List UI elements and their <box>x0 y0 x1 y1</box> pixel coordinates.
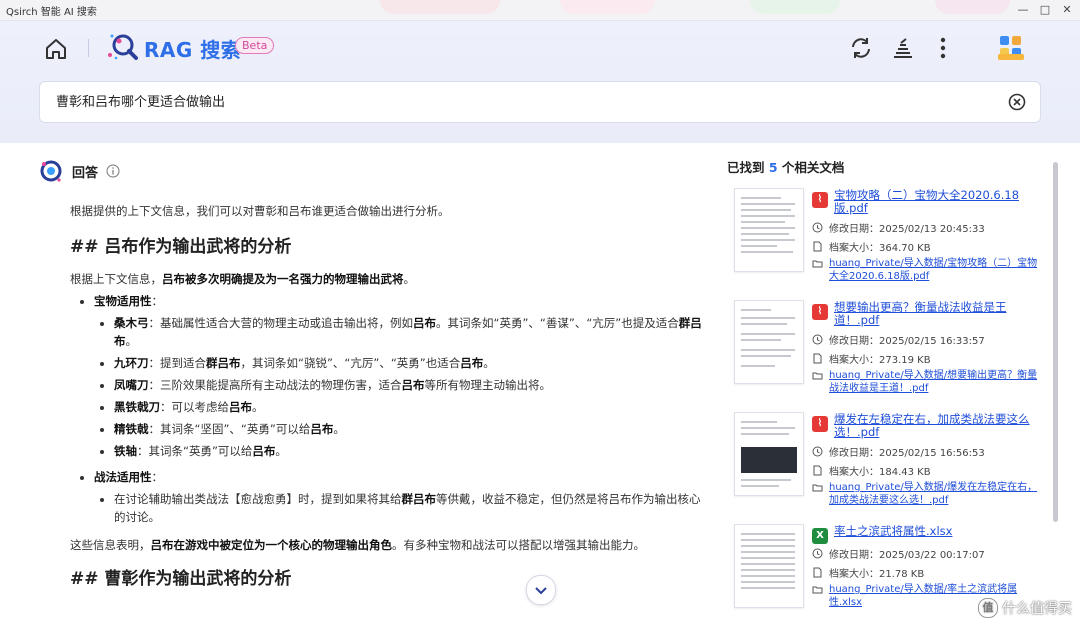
section-heading-caozhang: ## 曹彰作为输出武将的分析 <box>70 569 292 589</box>
doc-card[interactable]: ⌇ 宝物攻略（二）宝物大全2020.6.18版.pdf 修改日期：2025/02… <box>734 188 1064 288</box>
search-bar[interactable] <box>39 81 1041 123</box>
list-item: 凤嘴刀：三阶效果能提高所有主动战法的物理伤害，适合吕布等所有物理主动输出将。 <box>114 376 710 394</box>
scroll-down-icon[interactable] <box>526 575 556 605</box>
app-title: RAG 搜索 <box>144 38 242 62</box>
site-watermark: 值 什么值得买 <box>978 598 1072 618</box>
titlebar-decoration <box>380 0 500 14</box>
answer-intro: 根据提供的上下文信息，我们可以对曹彰和吕布谁更适合做输出进行分析。 <box>70 204 450 218</box>
doc-modified-date: 修改日期：2025/03/22 00:17:07 <box>812 546 985 561</box>
file-icon <box>813 465 822 476</box>
section-heading-lvbu: ## 吕布作为输出武将的分析 <box>70 237 292 257</box>
home-icon[interactable] <box>42 35 70 63</box>
list-item: 黑铁戟刀：可以考虑给吕布。 <box>114 398 710 416</box>
titlebar-decoration <box>750 0 840 14</box>
answer-header: 回答 <box>38 158 120 184</box>
answer-panel: 回答 根据提供的上下文信息，我们可以对曹彰和吕布谁更适合做输出进行分析。 ## … <box>0 144 720 628</box>
docs-scrollbar[interactable] <box>1053 162 1058 522</box>
doc-thumbnail[interactable] <box>734 524 804 608</box>
watermark-icon: 值 <box>978 598 998 618</box>
doc-modified-date: 修改日期：2025/02/15 16:56:53 <box>812 444 985 459</box>
doc-name-link[interactable]: 爆发在左稳定在右，加成类战法要这么选！.pdf <box>834 413 1044 439</box>
clock-icon <box>812 334 823 345</box>
file-icon <box>813 567 822 578</box>
lvbu-list: 宝物适用性： 桑木弓：基础属性适合大营的物理主动或追击输出将，例如吕布。其词条如… <box>70 292 710 526</box>
list-item: 铁轴：其词条“英勇”可以给吕布。 <box>114 442 710 460</box>
titlebar-decoration <box>935 0 1010 14</box>
info-icon[interactable] <box>106 164 120 178</box>
maximize-button[interactable]: □ <box>1038 2 1052 18</box>
header-divider <box>88 39 89 57</box>
title-bar: Qsirch 智能 AI 搜索 — □ ✕ <box>0 0 1080 21</box>
answer-content: 根据提供的上下文信息，我们可以对曹彰和吕布谁更适合做输出进行分析。 ## 吕布作… <box>70 202 710 592</box>
doc-file-size: 档案大小：273.19 KB <box>812 351 931 366</box>
doc-path-link[interactable]: huang_Private/导入数据/宝物攻略（二）宝物大全2020.6.18版… <box>812 257 1042 283</box>
doc-thumbnail[interactable] <box>734 412 804 496</box>
more-menu-icon[interactable] <box>930 35 956 61</box>
apps-grid-icon[interactable] <box>996 32 1026 62</box>
clock-icon <box>812 446 823 457</box>
list-item: 在讨论辅助输出类战法【愈战愈勇】时，提到如果将其给群吕布等供戴，收益不稳定，但仍… <box>114 490 710 526</box>
folder-icon <box>812 484 823 492</box>
ai-answer-icon <box>40 160 62 182</box>
excel-file-icon: X <box>812 528 828 544</box>
answer-label: 回答 <box>72 165 99 181</box>
doc-file-size: 档案大小：184.43 KB <box>812 463 931 478</box>
beta-badge: Beta <box>235 37 275 54</box>
lvbu-conclusion: 这些信息表明，吕布在游戏中被定位为一个核心的物理输出角色。有多种宝物和战法可以搭… <box>70 538 645 552</box>
list-item: 桑木弓：基础属性适合大营的物理主动或追击输出将，例如吕布。其词条如“英勇”、“善… <box>114 314 710 350</box>
clock-icon <box>812 548 823 559</box>
tactic-section: 战法适用性： 在讨论辅助输出类战法【愈战愈勇】时，提到如果将其给群吕布等供戴，收… <box>94 468 710 526</box>
doc-file-size: 档案大小：364.70 KB <box>812 239 931 254</box>
docs-count-title: 已找到 5 个相关文档 <box>727 160 845 175</box>
doc-card[interactable]: ⌇ 想要输出更高？衡量战法收益是王道！.pdf 修改日期：2025/02/15 … <box>734 300 1064 400</box>
doc-name-link[interactable]: 宝物攻略（二）宝物大全2020.6.18版.pdf <box>834 189 1044 215</box>
doc-path-link[interactable]: huang_Private/导入数据/爆发在左稳定在右，加成类战法要这么选！.p… <box>812 481 1042 507</box>
list-item: 九环刀：提到适合群吕布，其词条如“骁锐”、“亢厉”、“英勇”也适合吕布。 <box>114 354 710 372</box>
app-header: RAG 搜索 Beta <box>0 21 1080 143</box>
rag-search-logo-icon <box>108 34 138 60</box>
pdf-file-icon: ⌇ <box>812 304 828 320</box>
clock-icon <box>812 222 823 233</box>
window-title: Qsirch 智能 AI 搜索 <box>6 7 97 18</box>
doc-thumbnail[interactable] <box>734 300 804 384</box>
folder-icon <box>812 260 823 268</box>
search-input[interactable] <box>54 92 988 109</box>
doc-modified-date: 修改日期：2025/02/13 20:45:33 <box>812 220 985 235</box>
doc-name-link[interactable]: 率土之滨武将属性.xlsx <box>834 525 1044 538</box>
doc-thumbnail[interactable] <box>734 188 804 272</box>
file-icon <box>813 241 822 252</box>
doc-file-size: 档案大小：21.78 KB <box>812 565 924 580</box>
pdf-file-icon: ⌇ <box>812 416 828 432</box>
folder-icon <box>812 586 823 594</box>
titlebar-decoration <box>560 0 655 14</box>
history-stack-icon[interactable] <box>890 35 916 61</box>
related-docs-panel: 已找到 5 个相关文档 ⌇ 宝物攻略（二）宝物大全2020.6.18版.pdf … <box>720 144 1080 628</box>
treasure-section: 宝物适用性： 桑木弓：基础属性适合大营的物理主动或追击输出将，例如吕布。其词条如… <box>94 292 710 460</box>
doc-modified-date: 修改日期：2025/02/15 16:33:57 <box>812 332 985 347</box>
lvbu-summary: 根据上下文信息，吕布被多次明确提及为一名强力的物理输出武将。 <box>70 272 415 286</box>
close-button[interactable]: ✕ <box>1060 2 1074 18</box>
doc-path-link[interactable]: huang_Private/导入数据/想要输出更高？衡量战法收益是王道！.pdf <box>812 369 1042 395</box>
list-item: 精铁戟：其词条“坚固”、“英勇”可以给吕布。 <box>114 420 710 438</box>
minimize-button[interactable]: — <box>1016 2 1030 18</box>
pdf-file-icon: ⌇ <box>812 192 828 208</box>
doc-card[interactable]: ⌇ 爆发在左稳定在右，加成类战法要这么选！.pdf 修改日期：2025/02/1… <box>734 412 1064 512</box>
refresh-icon[interactable] <box>848 35 874 61</box>
doc-name-link[interactable]: 想要输出更高？衡量战法收益是王道！.pdf <box>834 301 1044 327</box>
folder-icon <box>812 372 823 380</box>
file-icon <box>813 353 822 364</box>
clear-search-icon[interactable] <box>1008 93 1026 111</box>
